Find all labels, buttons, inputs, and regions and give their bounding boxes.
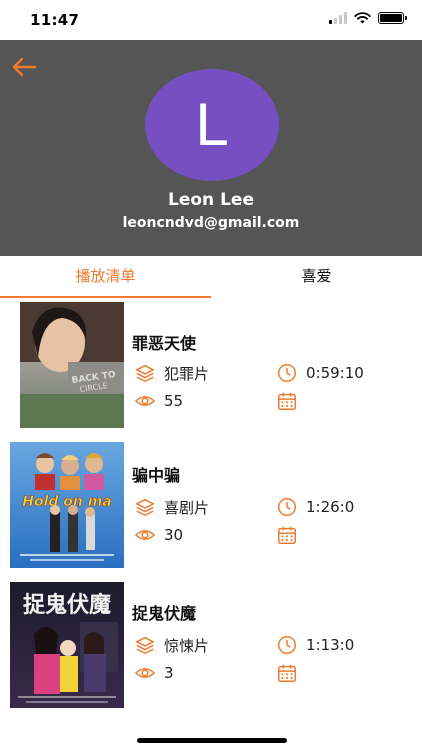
svg-text:捉鬼伏魔: 捉鬼伏魔 — [23, 592, 111, 618]
layers-icon — [136, 364, 154, 382]
back-button[interactable] — [10, 55, 38, 79]
arrow-left-icon — [12, 57, 37, 77]
layers-icon — [136, 498, 154, 516]
movie-genre: 犯罪片 — [134, 362, 209, 384]
movie-duration: 1:13:0 — [276, 634, 354, 656]
views-text: 3 — [164, 664, 174, 682]
movie-views: 3 — [134, 662, 174, 684]
calendar-icon — [278, 526, 296, 544]
home-indicator[interactable] — [137, 738, 287, 743]
tab-bar: 播放清单 喜爱 — [0, 256, 422, 298]
wifi-icon — [354, 12, 371, 24]
clock-icon — [278, 636, 296, 654]
list-item[interactable]: Hold on ma 骗中骗 喜剧片 1:26:0 30 — [0, 442, 422, 572]
movie-date — [276, 662, 298, 684]
movie-poster[interactable]: BACK TO CIRCLE — [20, 302, 124, 428]
eye-icon — [134, 668, 156, 678]
user-name: Leon Lee — [168, 190, 254, 210]
status-time: 11:47 — [30, 11, 80, 29]
movie-poster[interactable]: 捉鬼伏魔 — [10, 582, 124, 708]
views-text: 30 — [164, 526, 184, 544]
movie-genre: 惊悚片 — [134, 634, 209, 656]
movie-views: 55 — [134, 390, 183, 412]
genre-text: 犯罪片 — [164, 364, 210, 383]
movie-duration: 0:59:10 — [276, 362, 364, 384]
movie-genre: 喜剧片 — [134, 496, 209, 518]
layers-icon — [136, 636, 154, 654]
duration-text: 1:26:0 — [306, 498, 355, 516]
movie-duration: 1:26:0 — [276, 496, 354, 518]
status-icons — [329, 12, 407, 24]
eye-icon — [134, 396, 156, 406]
list-item[interactable]: BACK TO CIRCLE 罪恶天使 犯罪片 0:59:10 55 — [0, 302, 422, 432]
movie-title: 骗中骗 — [132, 466, 181, 485]
calendar-icon — [278, 664, 296, 682]
genre-text: 惊悚片 — [164, 636, 210, 655]
tab-playlist[interactable]: 播放清单 — [0, 256, 211, 298]
avatar[interactable]: L — [145, 69, 279, 181]
movie-poster[interactable]: Hold on ma — [10, 442, 124, 568]
cellular-signal-icon — [329, 12, 347, 24]
list-item[interactable]: 捉鬼伏魔 捉鬼伏魔 惊悚片 1:13:0 3 — [0, 582, 422, 712]
clock-icon — [278, 498, 296, 516]
tab-favorites[interactable]: 喜爱 — [211, 256, 422, 298]
duration-text: 1:13:0 — [306, 636, 355, 654]
battery-icon — [378, 12, 407, 24]
status-bar: 11:47 — [0, 0, 422, 40]
views-text: 55 — [164, 392, 184, 410]
movie-title: 罪恶天使 — [132, 334, 197, 353]
calendar-icon — [278, 392, 296, 410]
duration-text: 0:59:10 — [306, 364, 364, 382]
movie-views: 30 — [134, 524, 183, 546]
movie-date — [276, 390, 298, 412]
clock-icon — [278, 364, 296, 382]
user-email: leoncndvd@gmail.com — [122, 215, 300, 231]
avatar-letter: L — [195, 91, 229, 158]
profile-header: L Leon Lee leoncndvd@gmail.com — [0, 40, 422, 256]
movie-title: 捉鬼伏魔 — [132, 604, 197, 623]
svg-text:Hold on ma: Hold on ma — [22, 494, 112, 510]
movie-date — [276, 524, 298, 546]
eye-icon — [134, 530, 156, 540]
genre-text: 喜剧片 — [164, 498, 210, 517]
